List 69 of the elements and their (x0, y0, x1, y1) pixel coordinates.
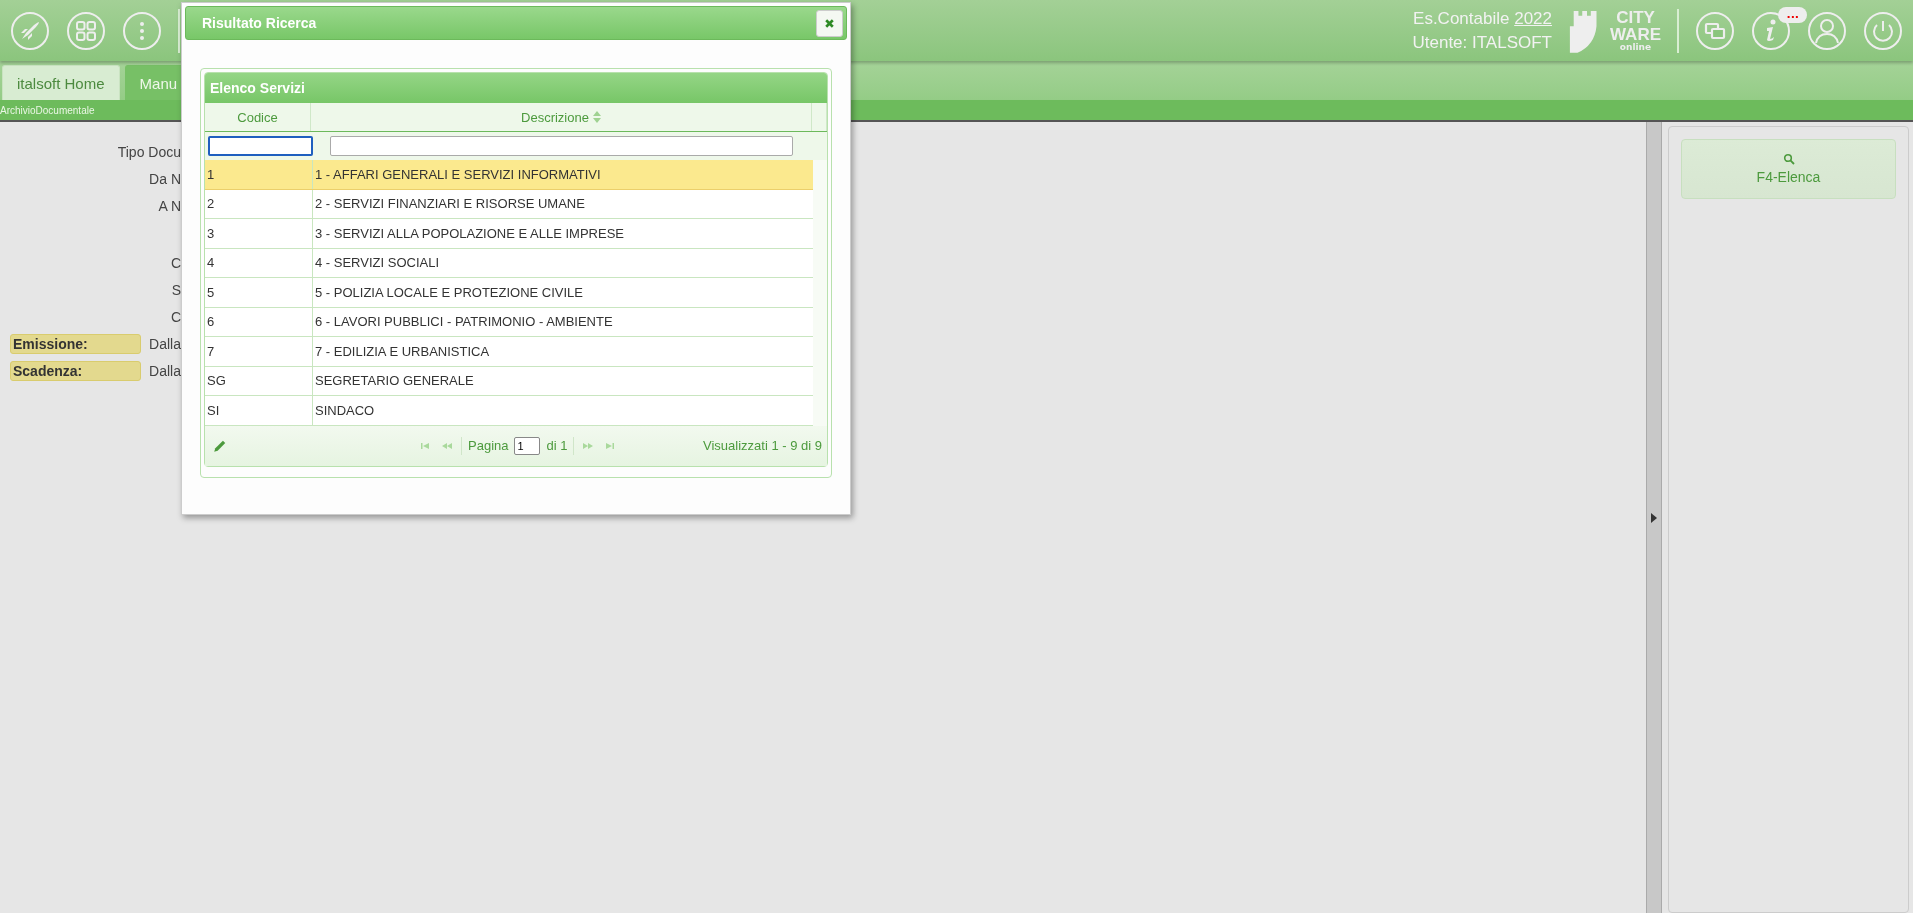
table-cell: 6 (205, 307, 313, 336)
code-filter-field[interactable] (208, 136, 313, 156)
table-row[interactable]: SI SINDACO (205, 396, 813, 426)
expand-arrow-icon[interactable] (1650, 511, 1658, 524)
table-cell-text: 7 - EDILIZIA E URBANISTICA (314, 342, 491, 361)
table-cell: SI (205, 396, 313, 425)
windows-icon[interactable] (1695, 10, 1735, 51)
dialog-title: Risultato Ricerca (202, 15, 317, 31)
logo-text: CITY (1616, 9, 1655, 26)
table-cell-text: 6 - LAVORI PUBBLICI - PATRIMONIO - AMBIENTE (314, 313, 614, 332)
table-row[interactable]: 5 5 - POLIZIA LOCALE E PROTEZIONE CIVILE (205, 278, 813, 308)
power-icon[interactable] (1863, 10, 1903, 51)
field-label: Dalla (149, 335, 181, 352)
last-page-icon[interactable] (605, 440, 616, 451)
table-cell-text: 4 - SERVIZI SOCIALI (314, 254, 441, 273)
description-filter-field[interactable] (330, 136, 793, 156)
close-icon (824, 17, 835, 29)
rocket-icon[interactable] (10, 10, 50, 51)
page-label: Pagina (468, 438, 509, 453)
table-cell-text: 3 - SERVIZI ALLA POPOLAZIONE E ALLE IMPRESE (314, 224, 625, 243)
logo-subtitle: online (1619, 43, 1652, 52)
breadcrumb: ArchivioDocumentale (0, 104, 95, 116)
fiscal-year-label: Es.Contabile 2022 (1413, 8, 1552, 29)
page-number-field[interactable]: 1 (514, 436, 541, 455)
table-cell-text: SEGRETARIO GENERALE (314, 372, 475, 391)
next-page-icon[interactable] (583, 440, 594, 451)
table-cell-text: SINDACO (314, 401, 376, 420)
search-icon (1782, 153, 1795, 165)
field-label: Tipo Docu (117, 143, 181, 160)
logo-text: WARE (1610, 26, 1661, 43)
table-row[interactable]: 2 2 - SERVIZI FINANZIARI E RISORSE UMANE (205, 189, 813, 219)
section-label: Scadenza: (10, 360, 142, 381)
table-cell-text: 2 - SERVIZI FINANZIARI E RISORSE UMANE (314, 195, 586, 214)
page-count: di 1 (546, 438, 568, 453)
record-count: Visualizzati 1 - 9 di 9 (703, 438, 822, 453)
pencil-icon[interactable] (213, 438, 227, 453)
table-cell-text: 5 - POLIZIA LOCALE E PROTEZIONE CIVILE (314, 283, 585, 302)
table-row[interactable]: SG SEGRETARIO GENERALE (205, 366, 813, 396)
info-icon[interactable] (1751, 10, 1791, 51)
table-row[interactable]: 7 7 - EDILIZIA E URBANISTICA (205, 337, 813, 367)
table-cell: 5 (205, 278, 313, 307)
table-row[interactable]: 6 6 - LAVORI PUBBLICI - PATRIMONIO - AMBIENTE (205, 307, 813, 337)
grid-icon[interactable] (66, 10, 106, 51)
table-cell: 3 (205, 219, 313, 248)
table-cell: 7 (205, 337, 313, 366)
field-label: S (171, 281, 181, 298)
section-label: Emissione: (10, 333, 142, 354)
grid-title: Elenco Servizi (210, 80, 305, 96)
field-label: A N (158, 197, 181, 214)
table-cell-text: 1 - AFFARI GENERALI E SERVIZI INFORMATIVI (314, 165, 602, 184)
table-cell: 2 (205, 189, 313, 218)
field-label: Da N (149, 170, 181, 187)
table-row[interactable]: 4 4 - SERVIZI SOCIALI (205, 248, 813, 278)
table-row[interactable]: 1 1 - AFFARI GENERALI E SERVIZI INFORMATIVI (205, 160, 813, 190)
sort-icon (592, 111, 601, 123)
field-label: Dalla (149, 362, 181, 379)
field-label: C (170, 254, 181, 271)
previous-page-icon[interactable] (442, 440, 452, 451)
table-cell: 1 (205, 160, 313, 189)
table-row[interactable]: 3 3 - SERVIZI ALLA POPOLAZIONE E ALLE IMPRESE (205, 219, 813, 249)
field-label: C (170, 308, 181, 325)
close-button[interactable] (816, 9, 843, 37)
table-cell: 4 (205, 248, 313, 277)
user-label: Utente: ITALSOFT (1412, 32, 1552, 53)
user-icon[interactable] (1807, 10, 1847, 51)
more-icon[interactable] (122, 10, 162, 51)
table-cell: SG (205, 366, 313, 395)
notification-badge: ... (1778, 6, 1807, 23)
first-page-icon[interactable] (420, 440, 430, 451)
